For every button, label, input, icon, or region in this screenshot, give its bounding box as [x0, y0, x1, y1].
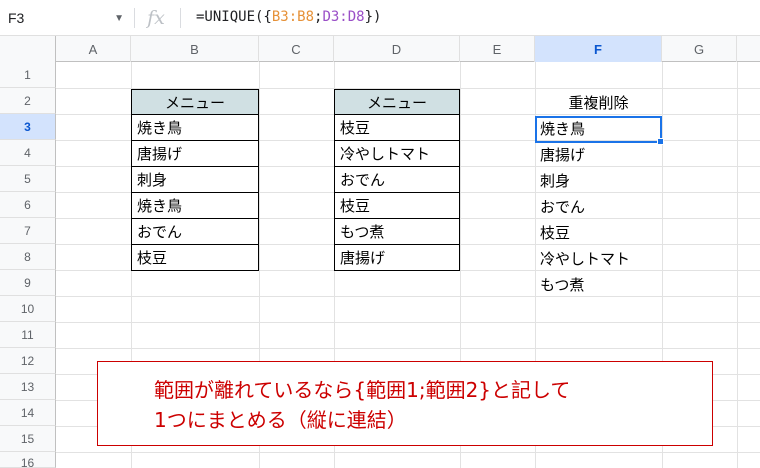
- row-header[interactable]: 12: [0, 348, 56, 374]
- annotation-line-2: 1つにまとめる（縦に連結）: [154, 408, 407, 432]
- row-header[interactable]: 6: [0, 192, 56, 218]
- formula-bar: F3 ▼ fx =UNIQUE({B3:B8;D3:D8}): [0, 0, 760, 36]
- result-cell[interactable]: もつ煮: [535, 271, 662, 297]
- table-d-header[interactable]: メニュー: [334, 89, 460, 115]
- row-header[interactable]: 15: [0, 426, 56, 452]
- grid-hline: [56, 452, 760, 453]
- table-d-cell[interactable]: 枝豆: [334, 193, 460, 219]
- row-header[interactable]: 7: [0, 218, 56, 244]
- row-header[interactable]: 13: [0, 374, 56, 400]
- active-cell-outline[interactable]: [535, 116, 662, 143]
- row-header[interactable]: 4: [0, 140, 56, 166]
- column-header-d[interactable]: D: [334, 36, 460, 62]
- table-b-cell[interactable]: 刺身: [131, 167, 259, 193]
- formula-ref-b: B3:B8: [271, 9, 315, 25]
- row-header[interactable]: 8: [0, 244, 56, 270]
- result-cell[interactable]: 枝豆: [535, 219, 662, 245]
- fx-icon: fx: [147, 7, 165, 29]
- row-header[interactable]: 5: [0, 166, 56, 192]
- table-b-cell[interactable]: 焼き鳥: [131, 115, 259, 141]
- table-b-header[interactable]: メニュー: [131, 89, 259, 115]
- result-cell[interactable]: 唐揚げ: [535, 141, 662, 167]
- table-d-cell[interactable]: 唐揚げ: [334, 245, 460, 271]
- column-header-b[interactable]: B: [131, 36, 259, 62]
- result-cell[interactable]: 冷やしトマト: [535, 245, 662, 271]
- row-header[interactable]: 16: [0, 452, 56, 468]
- grid-hline: [56, 322, 760, 323]
- table-d-cell[interactable]: おでん: [334, 167, 460, 193]
- formula-input[interactable]: =UNIQUE({B3:B8;D3:D8}): [196, 9, 381, 25]
- row-header[interactable]: 2: [0, 88, 56, 114]
- column-header-g[interactable]: G: [662, 36, 737, 62]
- chevron-down-icon[interactable]: ▼: [114, 13, 124, 24]
- formula-ref-d: D3:D8: [322, 9, 365, 25]
- row-header[interactable]: 1: [0, 62, 56, 88]
- fill-handle[interactable]: [657, 138, 664, 145]
- table-b-cell[interactable]: 唐揚げ: [131, 141, 259, 167]
- column-header-e[interactable]: E: [460, 36, 535, 62]
- table-b-cell[interactable]: おでん: [131, 219, 259, 245]
- column-header-c[interactable]: C: [259, 36, 334, 62]
- select-all-corner[interactable]: [0, 36, 56, 62]
- row-header[interactable]: 10: [0, 296, 56, 322]
- table-d-cell[interactable]: 冷やしトマト: [334, 141, 460, 167]
- row-header[interactable]: 11: [0, 322, 56, 348]
- row-header[interactable]: 14: [0, 400, 56, 426]
- table-b-cell[interactable]: 焼き鳥: [131, 193, 259, 219]
- table-b-cell[interactable]: 枝豆: [131, 245, 259, 271]
- name-box-value: F3: [8, 10, 25, 26]
- result-header[interactable]: 重複削除: [535, 89, 662, 115]
- table-d-cell[interactable]: 枝豆: [334, 115, 460, 141]
- grid-hline: [56, 348, 760, 349]
- name-box-divider: [134, 8, 135, 28]
- annotation-line-1: 範囲が離れているなら{範囲1;範囲2}と記して: [154, 378, 571, 402]
- row-header[interactable]: 3: [0, 114, 56, 140]
- result-cell[interactable]: 刺身: [535, 167, 662, 193]
- formula-prefix: =UNIQUE({: [196, 9, 272, 25]
- formula-suffix: }): [364, 9, 382, 25]
- annotation-box[interactable]: 範囲が離れているなら{範囲1;範囲2}と記して 1つにまとめる（縦に連結）: [97, 361, 713, 446]
- fx-divider: [180, 8, 181, 28]
- row-header[interactable]: 9: [0, 270, 56, 296]
- grid-vline: [737, 62, 738, 468]
- result-cell[interactable]: おでん: [535, 193, 662, 219]
- column-header-bar: A B C D E F G: [0, 36, 760, 62]
- column-header-f[interactable]: F: [535, 36, 662, 62]
- name-box[interactable]: F3 ▼: [0, 4, 132, 32]
- table-d-cell[interactable]: もつ煮: [334, 219, 460, 245]
- column-header-a[interactable]: A: [56, 36, 131, 62]
